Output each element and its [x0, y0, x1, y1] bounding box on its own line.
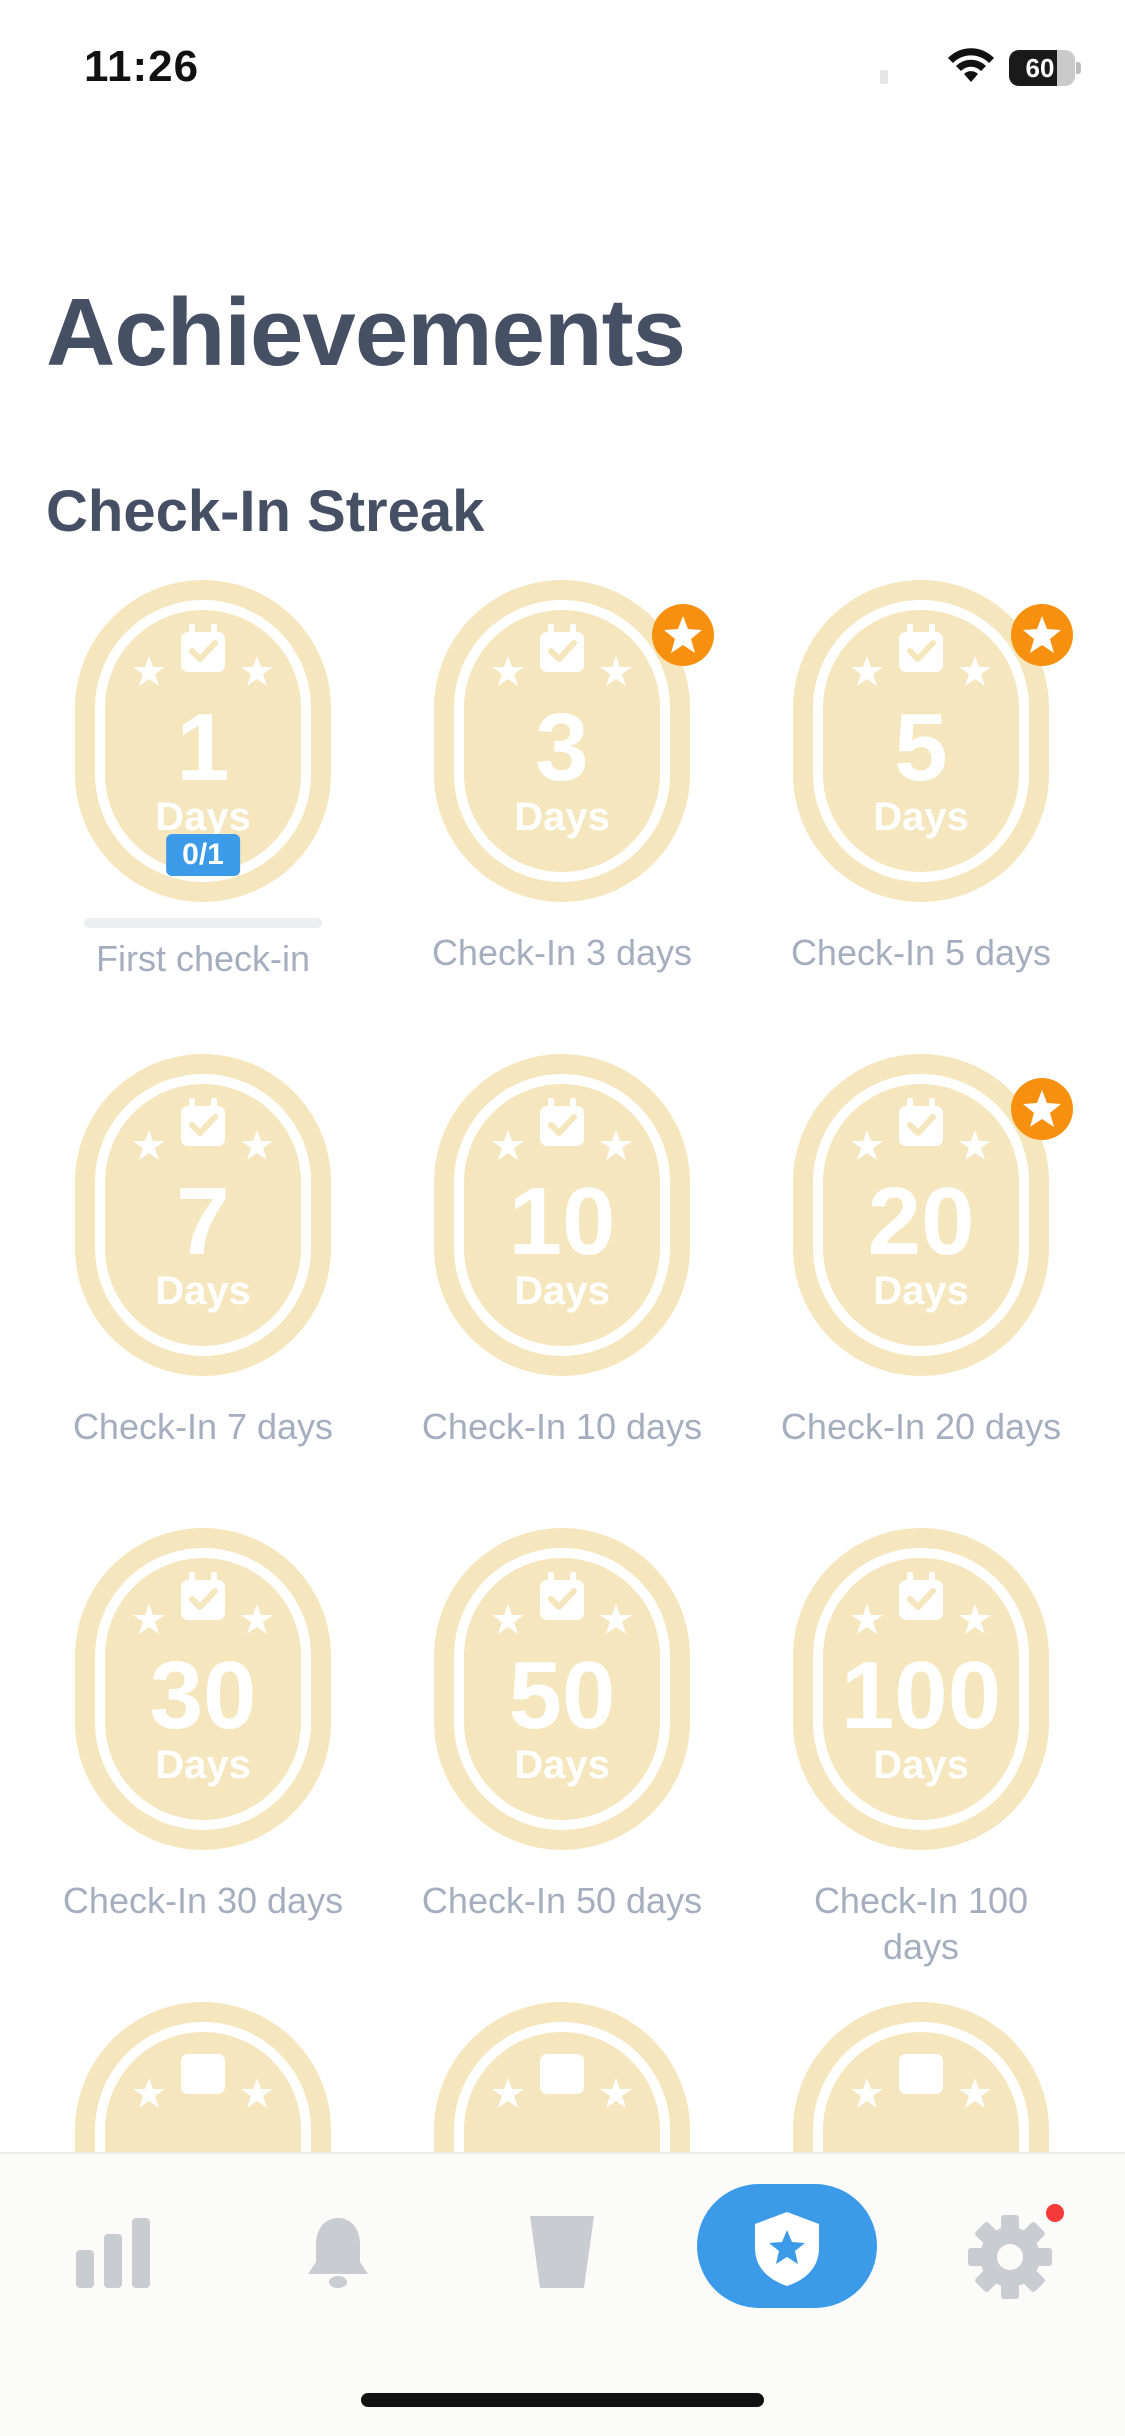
badge-medal-icon — [793, 2002, 1049, 2152]
featured-star-icon — [1011, 1078, 1073, 1140]
wifi-icon — [948, 48, 994, 82]
badge-medal-icon — [434, 2002, 690, 2152]
badge-label: Check-In 100 days — [813, 1880, 1029, 1967]
badge-medal-icon: 50 Days — [434, 1528, 690, 1850]
badge-label: Check-In 3 days — [431, 932, 693, 973]
badge-label: First check-in — [95, 938, 311, 979]
achievement-badge[interactable]: 30 Days Check-In 30 days — [24, 1528, 382, 1948]
status-time: 11:26 — [84, 42, 200, 91]
badge-unit: Days — [873, 1743, 969, 1787]
badge-label: Check-In 20 days — [780, 1406, 1062, 1447]
badge-unit: Days — [514, 1743, 610, 1787]
page-title: Achievements — [46, 279, 686, 386]
achievement-badge[interactable]: 3 Days Check-In 3 days — [383, 580, 741, 1000]
achievement-badge[interactable]: 10 Days Check-In 10 days — [383, 1054, 741, 1474]
badge-unit: Days — [873, 1269, 969, 1313]
achievement-badge-partial[interactable] — [742, 2002, 1100, 2152]
badge-number: 7 — [176, 1168, 229, 1275]
badge-unit: Days — [155, 1743, 251, 1787]
achievement-badge[interactable]: 1 Days 0/1 First check-in — [24, 580, 382, 1000]
badge-unit: Days — [155, 1269, 251, 1313]
progress-bar — [84, 918, 322, 928]
badge-number: 30 — [150, 1642, 257, 1749]
tab-water[interactable] — [502, 2212, 622, 2332]
shield-star-icon — [755, 2212, 819, 2286]
tab-stats[interactable] — [54, 2212, 174, 2332]
tab-achievements[interactable] — [697, 2184, 877, 2308]
tab-settings[interactable] — [950, 2204, 1070, 2332]
bar-chart-icon — [76, 2218, 150, 2288]
badge-medal-icon: 30 Days — [75, 1528, 331, 1850]
badge-number: 20 — [868, 1168, 975, 1275]
badge-label: Check-In 30 days — [62, 1880, 344, 1921]
battery-icon: 60 — [1009, 50, 1081, 86]
badge-medal-icon: 7 Days — [75, 1054, 331, 1376]
featured-star-icon — [652, 604, 714, 666]
achievement-badge[interactable]: 100 Days Check-In 100 days — [742, 1528, 1100, 1967]
status-indicator — [880, 70, 888, 84]
section-title: Check-In Streak — [46, 479, 485, 544]
badge-unit: Days — [514, 795, 610, 839]
badge-number: 5 — [894, 694, 947, 801]
home-indicator[interactable] — [361, 2393, 764, 2407]
achievement-badge-partial[interactable] — [383, 2002, 741, 2152]
badge-number: 100 — [841, 1642, 1001, 1749]
featured-star-icon — [1011, 604, 1073, 666]
badge-number: 1 — [176, 694, 229, 801]
badge-number: 50 — [509, 1642, 616, 1749]
tab-reminders[interactable] — [278, 2212, 398, 2332]
badge-medal-icon: 100 Days — [793, 1528, 1049, 1850]
badge-unit: Days — [155, 795, 251, 839]
progress-badge: 0/1 — [166, 834, 240, 876]
badge-number: 10 — [509, 1168, 616, 1275]
achievement-badge[interactable]: 50 Days Check-In 50 days — [383, 1528, 741, 1948]
battery-level: 60 — [1025, 53, 1055, 83]
achievement-badge[interactable]: 7 Days Check-In 7 days — [24, 1054, 382, 1474]
notification-dot — [1046, 2204, 1064, 2222]
badge-label: Check-In 10 days — [421, 1406, 703, 1447]
badge-unit: Days — [873, 795, 969, 839]
achievement-badge-partial[interactable] — [24, 2002, 382, 2152]
badge-label: Check-In 50 days — [421, 1880, 703, 1921]
status-bar: 11:26 60 — [0, 0, 1125, 140]
badge-medal-icon — [75, 2002, 331, 2152]
badge-unit: Days — [514, 1269, 610, 1313]
badge-label: Check-In 7 days — [72, 1406, 334, 1447]
badge-medal-icon: 10 Days — [434, 1054, 690, 1376]
gear-icon — [968, 2215, 1052, 2299]
achievement-badge[interactable]: 20 Days Check-In 20 days — [742, 1054, 1100, 1474]
badge-label: Check-In 5 days — [790, 932, 1052, 973]
badge-number: 3 — [535, 694, 588, 801]
cup-icon — [530, 2216, 594, 2288]
achievement-badge[interactable]: 5 Days Check-In 5 days — [742, 580, 1100, 1000]
bell-icon — [308, 2218, 368, 2288]
